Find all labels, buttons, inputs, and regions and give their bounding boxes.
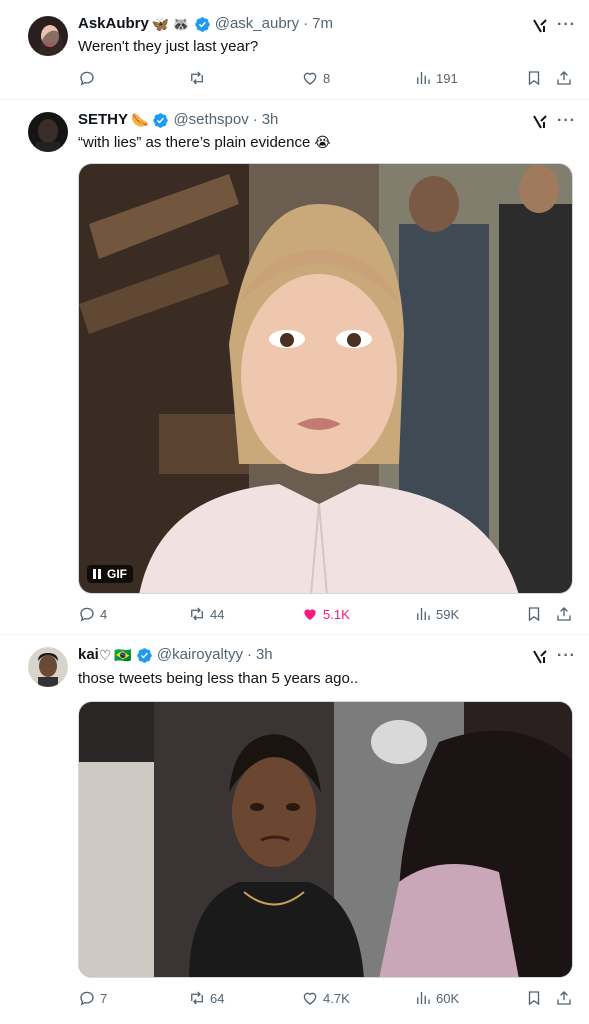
grok-icon[interactable] (532, 113, 550, 131)
views-chart-icon (417, 992, 430, 1004)
pause-icon (93, 569, 101, 579)
share-button[interactable] (555, 988, 573, 1008)
heart-filled-icon (304, 609, 316, 620)
share-icon (557, 71, 571, 85)
separator-dot: · (246, 646, 252, 663)
more-options-icon[interactable]: ··· (557, 16, 576, 34)
user-handle[interactable]: @sethspov (173, 110, 248, 130)
tweet-actions: 8 191 (78, 68, 575, 88)
tweet-2[interactable]: SETHY 🌭 @sethspov · 3h ··· “with lies” a… (0, 100, 589, 635)
hotdog-emoji: 🌭 (131, 112, 149, 128)
avatar[interactable] (28, 16, 68, 56)
separator-dot: · (303, 15, 309, 32)
tweet-text: Weren't they just last year? (78, 38, 259, 55)
like-button[interactable]: 8 (301, 68, 330, 88)
retweet-icon (191, 991, 203, 1005)
bookmark-button[interactable] (525, 604, 543, 624)
more-options-icon[interactable]: ··· (557, 647, 576, 665)
gif-image (79, 702, 572, 977)
reply-icon (80, 991, 94, 1006)
share-button[interactable] (555, 68, 573, 88)
grok-icon[interactable] (532, 648, 550, 666)
tweet-actions: 7 64 4.7K 60K (78, 988, 575, 1008)
user-handle[interactable]: @kairoyaltyy (157, 645, 243, 665)
timestamp[interactable]: 3h (256, 645, 273, 665)
tweet-media-gif[interactable] (78, 701, 573, 978)
tweet-media-gif[interactable]: GIF (78, 163, 573, 594)
views-chart-icon (417, 72, 430, 84)
butterfly-emoji: 🦋 (151, 16, 170, 32)
reply-icon (80, 71, 94, 86)
heart-icon (303, 72, 317, 85)
display-name[interactable]: kai (78, 645, 99, 665)
avatar[interactable] (28, 647, 68, 687)
reply-button[interactable] (78, 68, 100, 88)
timestamp[interactable]: 7m (312, 14, 333, 34)
like-button[interactable]: 5.1K (301, 604, 350, 624)
retweet-button[interactable]: 44 (188, 604, 224, 624)
retweet-button[interactable] (188, 68, 210, 88)
bookmark-icon (528, 71, 540, 86)
bookmark-icon (528, 991, 540, 1006)
like-button[interactable]: 4.7K (301, 988, 350, 1008)
tweet-1[interactable]: AskAubry 🦋 🦝 @ask_aubry · 7m ··· Weren't… (0, 0, 589, 100)
gif-image (79, 164, 572, 593)
views-button[interactable]: 60K (414, 988, 459, 1008)
share-icon (557, 991, 571, 1005)
gif-badge[interactable]: GIF (87, 565, 133, 583)
retweet-icon (191, 607, 203, 621)
views-chart-icon (417, 608, 430, 620)
heart-icon (303, 992, 317, 1005)
crying-emoji: 😭 (314, 134, 331, 150)
bookmark-button[interactable] (525, 988, 543, 1008)
grok-icon[interactable] (532, 17, 550, 35)
separator-dot: · (252, 111, 258, 128)
avatar[interactable] (28, 112, 68, 152)
bookmark-icon (528, 607, 540, 622)
verified-badge-icon (194, 16, 210, 32)
retweet-button[interactable]: 64 (188, 988, 224, 1008)
reply-button[interactable]: 7 (78, 988, 107, 1008)
views-button[interactable]: 191 (414, 68, 458, 88)
user-handle[interactable]: @ask_aubry (215, 14, 299, 34)
tweet-text: “with lies” as there’s plain evidence 😭 (78, 134, 331, 151)
display-name[interactable]: AskAubry (78, 14, 149, 34)
bookmark-button[interactable] (525, 68, 543, 88)
share-icon (557, 607, 571, 621)
more-options-icon[interactable]: ··· (557, 112, 576, 130)
display-name[interactable]: SETHY (78, 110, 128, 130)
tweet-text: those tweets being less than 5 years ago… (78, 670, 359, 687)
brazil-flag-emoji: 🇧🇷 (114, 647, 132, 663)
share-button[interactable] (555, 604, 573, 624)
tweet-actions: 4 44 5.1K 59K (78, 604, 575, 624)
tweet-3[interactable]: kai ♡ 🇧🇷 @kairoyaltyy · 3h ··· those twe… (0, 635, 589, 1024)
verified-badge-icon (153, 112, 169, 128)
reply-button[interactable]: 4 (78, 604, 107, 624)
reply-icon (80, 607, 94, 622)
views-button[interactable]: 59K (414, 604, 459, 624)
raccoon-emoji: 🦝 (172, 16, 190, 32)
verified-badge-icon (137, 647, 152, 663)
heart-outline-emoji: ♡ (98, 647, 112, 663)
timestamp[interactable]: 3h (262, 110, 279, 130)
retweet-icon (191, 71, 203, 85)
